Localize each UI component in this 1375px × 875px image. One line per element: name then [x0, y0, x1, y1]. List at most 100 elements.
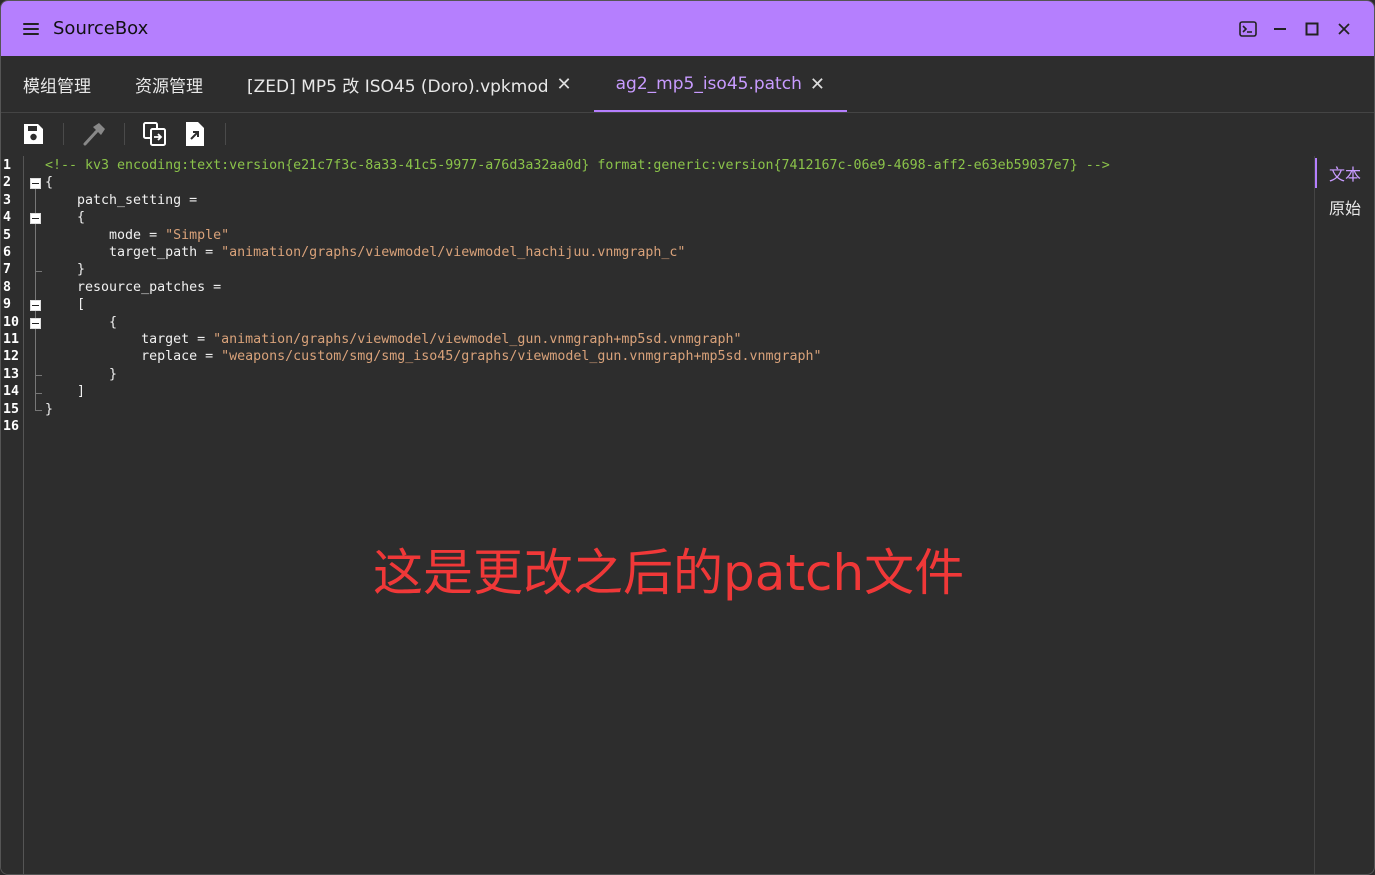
- code-token: patch_setting =: [45, 192, 198, 208]
- app-window: SourceBox 模组管理 资源管理 [ZED] MP5 改 ISO45 (D…: [0, 0, 1375, 875]
- export-icon: [143, 122, 166, 146]
- code-string: "animation/graphs/viewmodel/viewmodel_gu…: [213, 332, 742, 347]
- line-number: 6: [3, 245, 12, 260]
- fold-toggle-icon[interactable]: [30, 213, 41, 225]
- save-button[interactable]: [13, 117, 53, 151]
- view-tab-label: 文本: [1328, 165, 1361, 184]
- tab-mod-manager[interactable]: 模组管理: [1, 56, 113, 112]
- toolbar-divider: [63, 123, 64, 145]
- file-export-icon: [186, 122, 204, 146]
- tab-vpkmod-file[interactable]: [ZED] MP5 改 ISO45 (Doro).vpkmod ✕: [225, 56, 594, 112]
- line-number: 11: [3, 332, 20, 347]
- line-number: 2: [3, 175, 12, 191]
- code-text: replace = "weapons/custom/smg/smg_iso45/…: [45, 348, 822, 365]
- code-text: target = "animation/graphs/viewmodel/vie…: [45, 331, 741, 348]
- build-icon: [83, 123, 105, 146]
- code-comment: <!-- kv3 encoding:text:version{e21c7f3c-…: [45, 158, 1110, 173]
- window-controls: [1232, 13, 1360, 45]
- save-icon: [24, 124, 43, 144]
- close-window-button[interactable]: [1328, 13, 1360, 45]
- tab-close-icon[interactable]: ✕: [810, 74, 825, 95]
- code-text: {: [45, 314, 117, 331]
- fold-toggle-icon[interactable]: [30, 300, 41, 312]
- code-text: }: [45, 366, 117, 383]
- tab-label: 资源管理: [135, 76, 203, 97]
- code-text: [: [45, 296, 85, 313]
- line-number: 7: [3, 262, 12, 278]
- line-number: 9: [3, 297, 12, 313]
- code-text: }: [45, 261, 85, 278]
- code-token: target_path =: [45, 245, 222, 260]
- fold-guide-end: [35, 375, 42, 376]
- view-tab-text[interactable]: 文本: [1315, 156, 1374, 190]
- fold-toggle-icon[interactable]: [30, 178, 41, 190]
- tab-close-icon[interactable]: ✕: [557, 74, 572, 95]
- code-token: }: [45, 366, 118, 382]
- code-text: patch_setting =: [45, 192, 197, 209]
- code-text: resource_patches =: [45, 279, 221, 296]
- fold-guide-end: [35, 271, 42, 272]
- view-tab-raw[interactable]: 原始: [1315, 190, 1374, 224]
- code-text: mode = "Simple": [45, 227, 229, 244]
- code-token: ]: [45, 384, 86, 400]
- view-tab-label: 原始: [1328, 199, 1361, 218]
- title-bar: SourceBox: [1, 1, 1374, 56]
- line-number: 13: [3, 366, 20, 382]
- close-icon: [1338, 22, 1350, 35]
- minimize-icon: [1274, 27, 1286, 30]
- code-token: {: [45, 314, 118, 330]
- code-token: }: [45, 401, 54, 417]
- code-text: }: [45, 401, 53, 418]
- tab-label: [ZED] MP5 改 ISO45 (Doro).vpkmod: [247, 76, 549, 97]
- export-button[interactable]: [135, 117, 175, 151]
- line-number: 1: [3, 158, 12, 173]
- line-number: 14: [3, 384, 20, 400]
- code-text: {: [45, 209, 85, 226]
- code-text: ]: [45, 383, 85, 400]
- build-button[interactable]: [74, 117, 114, 151]
- hamburger-menu-icon[interactable]: [23, 22, 39, 35]
- toolbar-divider: [124, 123, 125, 145]
- line-number: 8: [3, 279, 12, 295]
- maximize-button[interactable]: [1296, 13, 1328, 45]
- code-token: target =: [45, 332, 214, 347]
- line-number: 3: [3, 192, 12, 208]
- code-text: {: [45, 174, 53, 191]
- fold-guide-end: [35, 410, 42, 411]
- code-text: <!-- kv3 encoding:text:version{e21c7f3c-…: [45, 157, 1110, 174]
- code-token: {: [45, 210, 86, 226]
- line-number: 4: [3, 210, 12, 226]
- tab-bar: 模组管理 资源管理 [ZED] MP5 改 ISO45 (Doro).vpkmo…: [1, 56, 1374, 113]
- code-string: "Simple": [165, 227, 230, 243]
- code-token: mode =: [45, 227, 166, 243]
- fold-guide-end: [35, 393, 42, 394]
- code-token: [: [45, 297, 86, 313]
- tab-resource-manager[interactable]: 资源管理: [113, 56, 225, 112]
- line-number: 10: [3, 314, 20, 330]
- line-number: 16: [3, 419, 20, 434]
- code-text: target_path = "animation/graphs/viewmode…: [45, 244, 685, 261]
- maximize-icon: [1305, 22, 1319, 35]
- tab-label: 模组管理: [23, 76, 91, 97]
- tab-patch-file[interactable]: ag2_mp5_iso45.patch ✕: [593, 56, 848, 112]
- code-string: "weapons/custom/smg/smg_iso45/graphs/vie…: [221, 349, 822, 365]
- tab-label: ag2_mp5_iso45.patch: [615, 74, 802, 94]
- code-token: replace =: [45, 349, 222, 365]
- app-title: SourceBox: [53, 18, 149, 39]
- code-token: resource_patches =: [45, 279, 222, 295]
- terminal-button[interactable]: [1232, 13, 1264, 45]
- code-token: }: [45, 262, 86, 278]
- view-mode-panel: 文本 原始: [1314, 156, 1374, 874]
- line-number: 15: [3, 401, 20, 417]
- file-export-button[interactable]: [175, 117, 215, 151]
- terminal-icon: [1239, 20, 1257, 37]
- toolbar-divider: [225, 123, 226, 145]
- editor-toolbar: [1, 113, 1374, 155]
- line-number: 12: [3, 349, 20, 365]
- annotation-text: 这是更改之后的patch文件: [373, 544, 965, 602]
- line-number: 5: [3, 227, 12, 243]
- minimize-button[interactable]: [1264, 13, 1296, 45]
- code-token: {: [45, 175, 54, 191]
- code-editor[interactable]: 1 <!-- kv3 encoding:text:version{e21c7f3c…: [1, 156, 1314, 874]
- fold-toggle-icon[interactable]: [30, 317, 41, 329]
